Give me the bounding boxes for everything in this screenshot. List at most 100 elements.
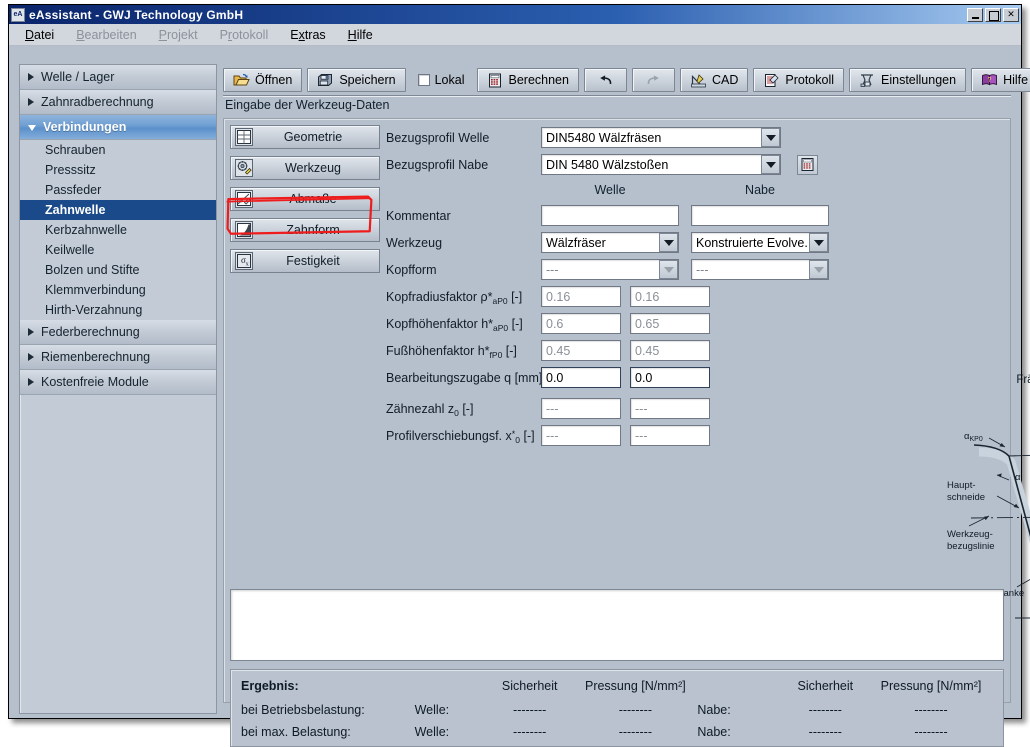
bezugsprofil-nabe-combo[interactable]: DIN 5480 Wälzstoßen bbox=[541, 154, 781, 175]
sidebar-item-keilwelle[interactable]: Keilwelle bbox=[20, 240, 216, 260]
settings-button[interactable]: Einstellungen bbox=[849, 68, 966, 92]
kopfform-nabe-combo[interactable]: --- bbox=[691, 259, 829, 280]
sidebar-item-presssitz[interactable]: Presssitz bbox=[20, 160, 216, 180]
kommentar-nabe-input[interactable] bbox=[691, 205, 829, 226]
profilverschiebungsfaktor-welle-input[interactable]: --- bbox=[541, 425, 621, 446]
menu-item-projekt[interactable]: Projekt bbox=[159, 28, 198, 42]
menu-item-bearbeiten[interactable]: Bearbeiten bbox=[76, 28, 136, 42]
undo-icon bbox=[597, 73, 614, 88]
window-title: eAssistant - GWJ Technology GmbH bbox=[29, 8, 965, 22]
tab-label: Festigkeit bbox=[253, 254, 379, 268]
row-kopfradiusfaktor: Kopfradiusfaktor ρ*aP0 [-] 0.16 0.16 bbox=[386, 284, 1004, 309]
protocol-button[interactable]: Protokoll bbox=[753, 68, 844, 92]
kopfhoehenfaktor-welle-input[interactable]: 0.6 bbox=[541, 313, 621, 334]
tab-geometrie[interactable]: Geometrie bbox=[230, 125, 380, 149]
tab-werkzeug[interactable]: Werkzeug bbox=[230, 156, 380, 180]
redo-icon bbox=[645, 73, 662, 88]
tab-festigkeit[interactable]: σ x Festigkeit bbox=[230, 249, 380, 273]
kopfhoehenfaktor-nabe-input[interactable]: 0.65 bbox=[630, 313, 710, 334]
label-alpha: α bbox=[1015, 472, 1021, 483]
row-bezugsprofil-welle: Bezugsprofil Welle DIN5480 Wälzfräsen bbox=[386, 125, 1004, 150]
results-title: Ergebnis: bbox=[241, 679, 415, 693]
sidebar-item-zahnwelle[interactable]: Zahnwelle bbox=[20, 200, 216, 220]
protocol-label: Protokoll bbox=[785, 73, 834, 87]
kopfradiusfaktor-nabe-input[interactable]: 0.16 bbox=[630, 286, 710, 307]
bezugsprofil-welle-combo[interactable]: DIN5480 Wälzfräsen bbox=[541, 127, 781, 148]
bearbeitungszugabe-welle-input[interactable]: 0.0 bbox=[541, 367, 621, 388]
label-hauptschneide-2: schneide bbox=[947, 492, 985, 503]
nabe-sicherheit-value: -------- bbox=[782, 725, 869, 739]
maximize-button[interactable] bbox=[985, 8, 1001, 22]
toolbar-divider bbox=[223, 95, 1011, 97]
welle-pressung-value: -------- bbox=[573, 725, 697, 739]
floppy-disk-icon bbox=[317, 73, 334, 88]
local-checkbox[interactable] bbox=[418, 74, 430, 86]
row-kommentar: Kommentar bbox=[386, 203, 1004, 228]
fusshoehenfaktor-nabe-input[interactable]: 0.45 bbox=[630, 340, 710, 361]
menu-item-datei[interactable]: Datei bbox=[25, 28, 54, 42]
sidebar-group-kostenfreie-module[interactable]: Kostenfreie Module bbox=[20, 370, 216, 395]
sidebar-item-hirth-verzahnung[interactable]: Hirth-Verzahnung bbox=[20, 300, 216, 320]
cad-button[interactable]: CAD bbox=[680, 68, 748, 92]
sidebar-item-passfeder[interactable]: Passfeder bbox=[20, 180, 216, 200]
sidebar-item-kerbzahnwelle[interactable]: Kerbzahnwelle bbox=[20, 220, 216, 240]
undo-button[interactable] bbox=[584, 68, 627, 92]
local-checkbox-wrapper[interactable]: Lokal bbox=[411, 68, 472, 92]
fusshoehenfaktor-welle-input[interactable]: 0.45 bbox=[541, 340, 621, 361]
chevron-down-icon[interactable] bbox=[761, 128, 780, 147]
sidebar-item-bolzen-und-stifte[interactable]: Bolzen und Stifte bbox=[20, 260, 216, 280]
kopfform-welle-combo[interactable]: --- bbox=[541, 259, 679, 280]
kommentar-welle-input[interactable] bbox=[541, 205, 679, 226]
column-header-nabe: Nabe bbox=[691, 183, 829, 197]
help-book-icon: ? bbox=[981, 73, 998, 88]
sidebar-group-verbindungen[interactable]: Verbindungen bbox=[20, 115, 216, 140]
sidebar-group-federberechnung[interactable]: Federberechnung bbox=[20, 320, 216, 345]
sidebar-item-label: Zahnwelle bbox=[45, 203, 105, 217]
bearbeitungszugabe-nabe-input[interactable]: 0.0 bbox=[630, 367, 710, 388]
open-calculator-button[interactable] bbox=[797, 155, 818, 175]
row-profilverschiebungsfaktor: Profilverschiebungsf. x*0 [-] --- --- bbox=[386, 423, 1004, 448]
profilverschiebungsfaktor-nabe-input[interactable]: --- bbox=[630, 425, 710, 446]
chevron-down-icon[interactable] bbox=[659, 233, 678, 252]
chevron-right-icon bbox=[28, 378, 34, 386]
sidebar-item-schrauben[interactable]: Schrauben bbox=[20, 140, 216, 160]
chevron-down-icon[interactable] bbox=[809, 260, 828, 279]
sidebar-group-riemenberechnung[interactable]: Riemenberechnung bbox=[20, 345, 216, 370]
folder-open-icon bbox=[233, 73, 250, 88]
sidebar-group-zahnradberechnung[interactable]: Zahnradberechnung bbox=[20, 90, 216, 115]
minimize-button[interactable] bbox=[967, 8, 983, 22]
menu-item-extras[interactable]: Extras bbox=[290, 28, 325, 42]
sidebar-item-label: Schrauben bbox=[45, 143, 105, 157]
sidebar-item-klemmverbindung[interactable]: Klemmverbindung bbox=[20, 280, 216, 300]
chevron-down-icon[interactable] bbox=[659, 260, 678, 279]
tab-zahnform[interactable]: Zahnform bbox=[230, 218, 380, 242]
open-button[interactable]: Öffnen bbox=[223, 68, 302, 92]
close-button[interactable]: ✕ bbox=[1003, 8, 1019, 22]
werkzeug-welle-combo[interactable]: Wälzfräser bbox=[541, 232, 679, 253]
content-frame: Geometrie bbox=[223, 118, 1011, 703]
kopfradiusfaktor-welle-input[interactable]: 0.16 bbox=[541, 286, 621, 307]
menu-item-protokoll[interactable]: Protokoll bbox=[220, 28, 269, 42]
tab-abmasse[interactable]: Abmaße bbox=[230, 187, 380, 211]
label-profilverschiebungsfaktor: Profilverschiebungsf. x*0 [-] bbox=[386, 429, 541, 443]
save-button[interactable]: Speichern bbox=[307, 68, 405, 92]
sidebar-group-label: Kostenfreie Module bbox=[41, 375, 149, 389]
redo-button[interactable] bbox=[632, 68, 675, 92]
settings-label: Einstellungen bbox=[881, 73, 956, 87]
message-output-panel bbox=[230, 589, 1004, 661]
row-kopfform: Kopfform --- --- bbox=[386, 257, 1004, 282]
werkzeug-nabe-combo[interactable]: Konstruierte Evolve... bbox=[691, 232, 829, 253]
menu-item-hilfe[interactable]: Hilfe bbox=[348, 28, 373, 42]
help-button[interactable]: ? Hilfe bbox=[971, 68, 1030, 92]
zaehnezahl-nabe-input[interactable]: --- bbox=[630, 398, 710, 419]
row-bezugsprofil-nabe: Bezugsprofil Nabe DIN 5480 Wälzstoßen bbox=[386, 152, 1004, 177]
nabe-sicherheit-value: -------- bbox=[782, 703, 869, 717]
label-zaehnezahl: Zähnezahl z0 [-] bbox=[386, 402, 541, 416]
tab-column: Geometrie bbox=[230, 125, 380, 273]
row-welle-label: Welle: bbox=[415, 703, 486, 717]
chevron-down-icon[interactable] bbox=[761, 155, 780, 174]
zaehnezahl-welle-input[interactable]: --- bbox=[541, 398, 621, 419]
sidebar-group-welle-lager[interactable]: Welle / Lager bbox=[20, 65, 216, 90]
chevron-down-icon[interactable] bbox=[809, 233, 828, 252]
calculate-button[interactable]: Berechnen bbox=[477, 68, 579, 92]
